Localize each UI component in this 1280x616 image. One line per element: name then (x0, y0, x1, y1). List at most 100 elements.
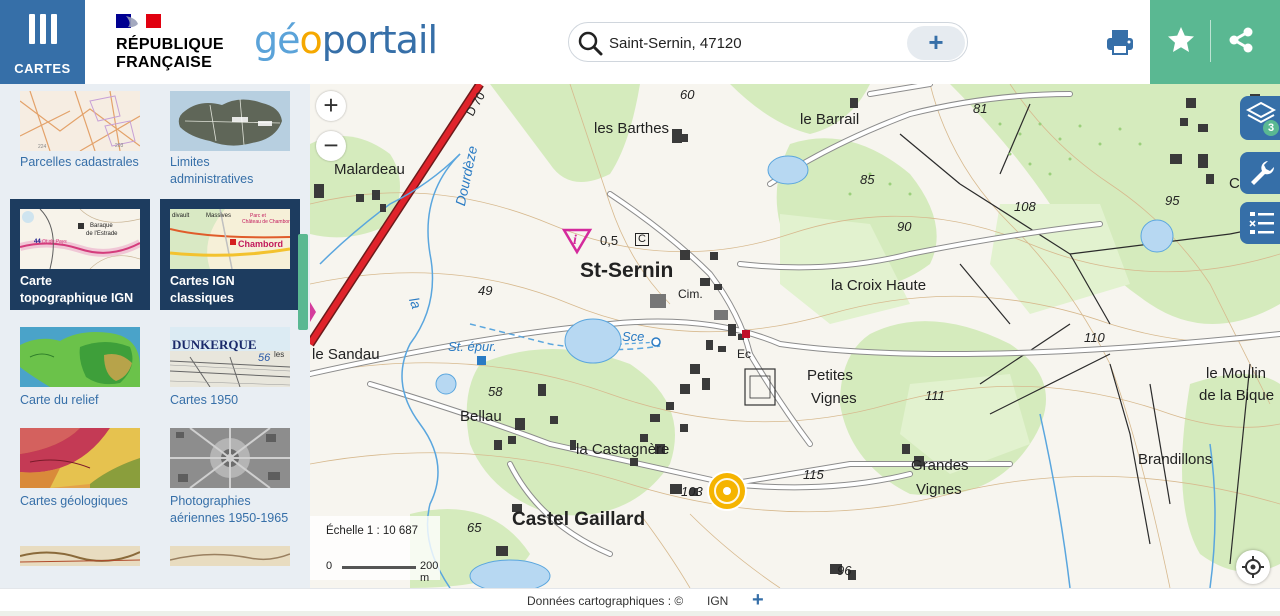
map-label-le-sandau: le Sandau (312, 346, 380, 363)
map-label-grandes-vignes: Vignes (916, 481, 962, 498)
tourist-info-icon[interactable]: i (560, 222, 594, 256)
map-label-les-barthes: les Barthes (594, 120, 670, 137)
map-view[interactable]: St-Sernin Castel Gaillard la Castagnère … (310, 84, 1280, 588)
catalog-item-parcelles-cadastrales[interactable]: 224 203 Parcelles cadastrales (0, 84, 140, 192)
legend-button[interactable] (1240, 202, 1280, 244)
geology-thumbnail (20, 428, 140, 488)
cadastre-thumbnail: 224 203 (20, 91, 140, 151)
wrench-icon (1251, 161, 1275, 185)
geoportail-logo[interactable]: géoportail (254, 18, 438, 62)
altitude-label: 108 (1014, 199, 1036, 214)
map-base-layer (310, 84, 1280, 588)
cartes-1950-thumbnail: DUNKERQUE 56 les (170, 327, 290, 387)
altitude-label: 103 (681, 484, 703, 499)
geolocate-button[interactable] (1236, 550, 1270, 584)
catalog-item-cartes-1950[interactable]: DUNKERQUE 56 les Cartes 1950 (150, 320, 290, 426)
layers-count-badge: 3 (1263, 120, 1279, 136)
svg-text:44: 44 (34, 239, 41, 245)
map-label-la-croix-haute: la Croix Haute (831, 277, 927, 294)
svg-text:Massives: Massives (206, 213, 231, 219)
map-label-cimetiere: Cim. (678, 287, 703, 301)
svg-text:Baraque: Baraque (90, 223, 113, 229)
panel-divider (1210, 20, 1211, 62)
svg-text:203: 203 (115, 143, 124, 149)
menu-bars-icon (29, 14, 57, 44)
altitude-label: 85 (860, 172, 875, 187)
header-actions-panel (1150, 0, 1280, 84)
catalog-item-photographies-aeriennes[interactable]: Photographies aériennes 1950-1965 (150, 421, 290, 527)
header: CARTES RÉPUBLIQUE FRANÇAISE géoportail S… (0, 0, 1280, 84)
map-label-la-castagnere: la Castagnère (576, 441, 670, 458)
map-catalog-sidebar[interactable]: 224 203 Parcelles cadastrales Limites adm… (0, 84, 310, 588)
map-label-grandes: Grandes (911, 457, 969, 474)
tools-button[interactable] (1240, 152, 1280, 194)
search-icon[interactable] (577, 30, 603, 56)
map-label-castel-gaillard: Castel Gaillard (512, 509, 646, 530)
map-label-source: Sce (622, 329, 645, 344)
map-label-brandillons: Brandillons (1138, 451, 1213, 468)
republique-francaise-logo[interactable]: RÉPUBLIQUE FRANÇAISE (114, 12, 234, 74)
share-icon[interactable] (1226, 25, 1256, 55)
partial-thumbnail (170, 546, 290, 566)
search-add-button[interactable]: + (907, 26, 965, 60)
svg-text:Château de Chambord: Château de Chambord (242, 219, 290, 225)
print-icon[interactable] (1104, 26, 1136, 58)
catalog-item-carte-topographique-ign[interactable]: 44 Qt de Pays Baraque de l'Estrade Carte… (10, 199, 150, 310)
altitude-label: 95 (1165, 193, 1180, 208)
catalog-item-cartes-geologiques[interactable]: Cartes géologiques (0, 421, 140, 527)
catalog-item-label: Carte du relief (20, 393, 99, 407)
svg-text:i: i (573, 233, 577, 248)
cartes-menu-label: CARTES (14, 61, 71, 76)
map-label-station-epuration: St. épur. (448, 339, 497, 354)
limites-thumbnail (170, 91, 290, 151)
altitude-label: 115 (803, 467, 824, 482)
catalog-item-partial-right[interactable] (150, 539, 290, 588)
aerial-photo-thumbnail (170, 428, 290, 488)
altitude-label: 111 (925, 388, 945, 403)
altitude-label: 58 (488, 384, 503, 399)
map-label-de-la-bique: de la Bique (1199, 387, 1275, 404)
map-label-le-moulin: le Moulin (1206, 365, 1267, 382)
svg-text:224: 224 (38, 144, 47, 150)
map-label-camping: C (635, 233, 649, 246)
footer-credits: Données cartographiques : © (527, 594, 684, 608)
marianne-flag-icon (116, 14, 161, 28)
republic-line-2: FRANÇAISE (116, 54, 213, 71)
scale-bar (342, 566, 416, 569)
logo-part-ge: gé (254, 18, 300, 62)
sidebar-scrollbar-thumb[interactable] (298, 234, 308, 330)
zoom-out-button[interactable]: − (316, 131, 346, 161)
catalog-item-limites-administratives[interactable]: Limites administratives (150, 84, 290, 192)
republique-francaise-text: RÉPUBLIQUE FRANÇAISE (116, 36, 224, 72)
layers-button[interactable]: 3 (1240, 96, 1280, 140)
svg-text:DUNKERQUE: DUNKERQUE (172, 337, 257, 352)
catalog-item-label: Photographies aériennes 1950-1965 (170, 494, 289, 525)
svg-text:les: les (274, 350, 284, 359)
altitude-label: 81 (973, 101, 988, 116)
footer-more-button[interactable]: + (752, 589, 764, 612)
map-label-ecole: Ec (737, 347, 752, 361)
catalog-item-cartes-ign-classiques[interactable]: divault Massives Parc et Château de Cham… (160, 199, 300, 310)
map-label-distance: 0,5 (600, 233, 619, 248)
map-label-vignes: Vignes (811, 390, 857, 407)
catalog-item-label: Limites administratives (170, 155, 254, 186)
search-input[interactable] (609, 32, 869, 54)
cartes-menu-button[interactable]: CARTES (0, 0, 85, 84)
catalog-item-label: Cartes 1950 (170, 393, 239, 407)
star-icon[interactable] (1166, 25, 1196, 55)
svg-text:de l'Estrade: de l'Estrade (86, 231, 118, 237)
relief-thumbnail (20, 327, 140, 387)
map-label-malardeau: Malardeau (334, 161, 405, 178)
catalog-item-label: Cartes géologiques (20, 494, 128, 508)
map-label-le-barrail: le Barrail (800, 111, 860, 128)
altitude-label: 90 (897, 219, 912, 234)
footer-ign-link[interactable]: IGN (707, 594, 728, 608)
topo-thumbnail: 44 Qt de Pays Baraque de l'Estrade (20, 209, 140, 269)
zoom-in-button[interactable]: + (316, 91, 346, 121)
partial-thumbnail (20, 546, 140, 566)
catalog-item-carte-du-relief[interactable]: Carte du relief (0, 320, 140, 426)
catalog-item-partial-left[interactable] (0, 539, 140, 588)
scale-distance: 200 m (420, 560, 439, 584)
location-marker-icon[interactable] (706, 470, 748, 512)
svg-text:56: 56 (258, 352, 271, 364)
